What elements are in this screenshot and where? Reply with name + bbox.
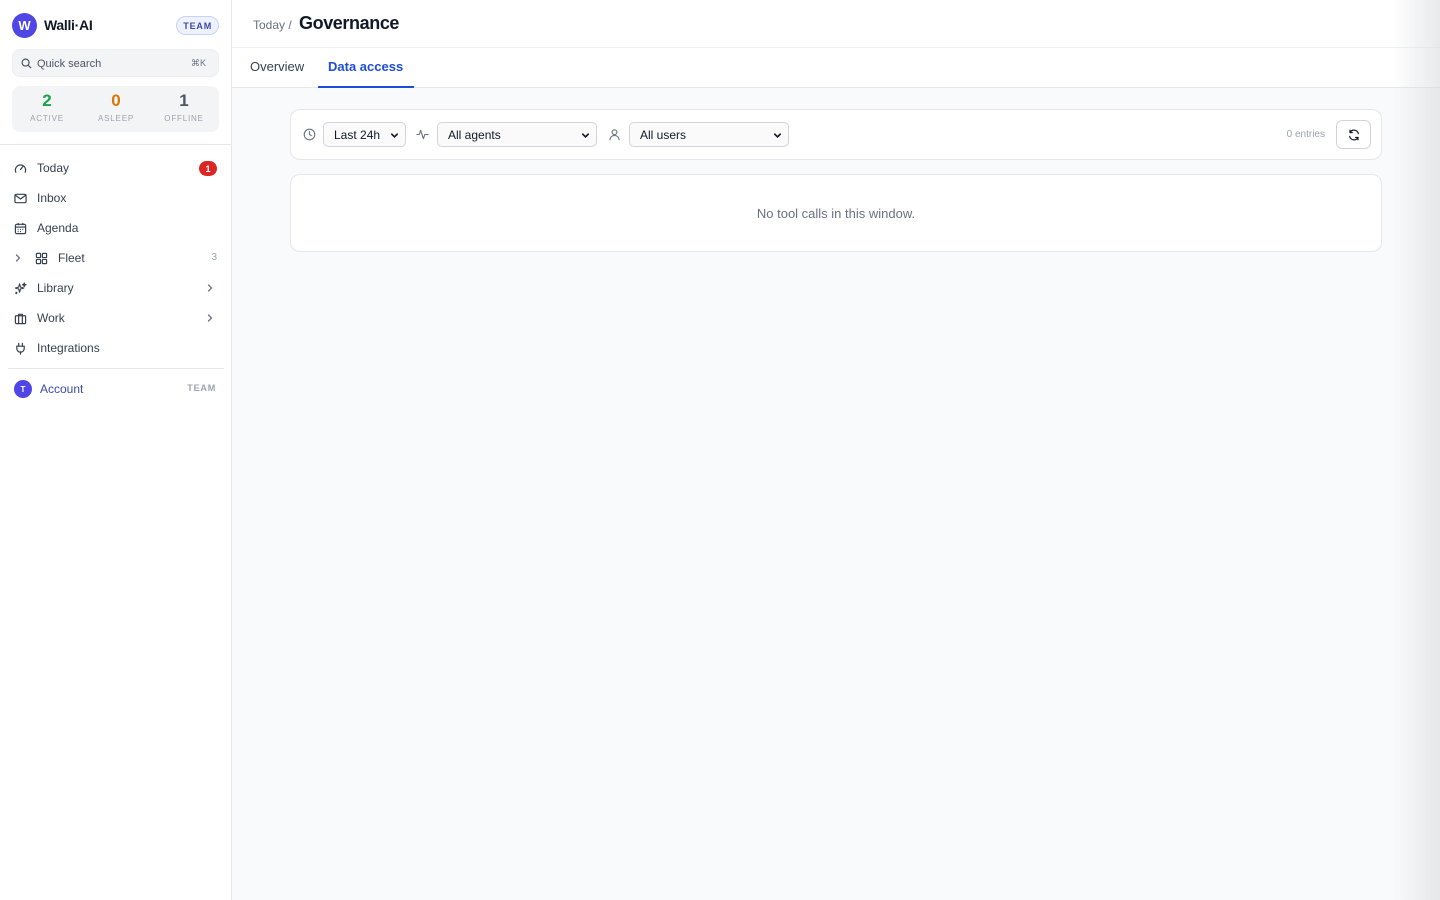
refresh-button[interactable] — [1336, 120, 1371, 149]
chevron-down-icon — [773, 133, 782, 138]
account-plan: TEAM — [187, 383, 216, 393]
sidebar-item-work[interactable]: Work — [6, 304, 226, 332]
chevron-right-icon — [207, 284, 213, 292]
quick-search[interactable]: Quick search ⌘K — [12, 49, 219, 77]
chevron-right-icon[interactable] — [13, 253, 23, 263]
brand-name: Walli·AI — [44, 17, 93, 33]
sidebar-item-label: Fleet — [58, 251, 85, 265]
brand[interactable]: W Walli·AI TEAM — [12, 13, 219, 38]
sidebar-item-library[interactable]: Library — [6, 274, 226, 302]
grid-icon — [35, 252, 48, 265]
entries-count: 0 entries — [1286, 129, 1325, 140]
empty-state-card: No tool calls in this window. — [290, 174, 1382, 252]
sidebar-item-label: Agenda — [37, 221, 79, 235]
page-title: Governance — [299, 13, 400, 33]
stat-offline-label: OFFLINE — [164, 114, 204, 123]
account-label: Account — [40, 382, 84, 396]
plug-icon — [16, 342, 25, 355]
users-value: All users — [640, 128, 687, 142]
stat-asleep-label: ASLEEP — [98, 114, 134, 123]
content-area: Last 24h All agents All users 0 entries … — [232, 88, 1440, 900]
agents-select[interactable]: All agents — [437, 122, 597, 147]
sidebar-item-label: Integrations — [37, 341, 100, 355]
stat-offline[interactable]: 1 OFFLINE — [149, 91, 219, 124]
sidebar-item-label: Library — [37, 281, 74, 295]
breadcrumb[interactable]: Today / — [253, 18, 292, 32]
stat-active[interactable]: 2 ACTIVE — [12, 91, 82, 124]
sidebar: W Walli·AI TEAM Quick search ⌘K 2 ACTIVE… — [0, 0, 232, 900]
empty-state-message: No tool calls in this window. — [756, 206, 916, 221]
search-shortcut: ⌘K — [190, 58, 206, 68]
time-range-select[interactable]: Last 24h — [323, 122, 406, 147]
chevron-down-icon — [390, 133, 399, 138]
sidebar-item-label: Work — [37, 311, 65, 325]
mail-icon — [14, 193, 27, 204]
sidebar-item-agenda[interactable]: Agenda — [6, 214, 226, 242]
sidebar-item-inbox[interactable]: Inbox — [6, 184, 226, 212]
activity-icon — [416, 129, 429, 140]
sparkles-icon — [14, 282, 27, 295]
refresh-icon — [1349, 129, 1359, 141]
tab-data-access[interactable]: Data access — [318, 48, 414, 88]
avatar: T — [14, 380, 32, 398]
brand-logo: W — [12, 13, 37, 38]
search-placeholder: Quick search — [37, 58, 102, 70]
stat-active-value: 2 — [42, 91, 52, 110]
notification-badge: 1 — [199, 161, 217, 176]
search-icon — [21, 58, 32, 69]
gauge-icon — [14, 164, 27, 173]
fleet-count: 3 — [211, 252, 217, 263]
main-panel: Today / Governance Overview Data access … — [232, 0, 1440, 900]
user-icon — [609, 129, 620, 141]
tab-overview[interactable]: Overview — [242, 48, 330, 88]
filter-bar: Last 24h All agents All users 0 entries — [290, 109, 1382, 160]
tab-label: Data access — [328, 59, 404, 74]
chevron-right-icon — [207, 314, 213, 322]
stat-active-label: ACTIVE — [30, 114, 64, 123]
tab-label: Overview — [250, 59, 305, 74]
agent-status-summary: 2 ACTIVE 0 ASLEEP 1 OFFLINE — [12, 86, 219, 132]
stat-offline-value: 1 — [179, 91, 189, 110]
clock-icon — [303, 128, 316, 141]
sidebar-item-label: Today — [37, 161, 70, 175]
tab-bar: Overview Data access — [232, 48, 1440, 88]
sidebar-divider — [0, 144, 231, 145]
plan-badge: TEAM — [176, 16, 219, 35]
stat-asleep-value: 0 — [111, 91, 121, 110]
time-range-value: Last 24h — [334, 128, 381, 142]
chevron-down-icon — [581, 133, 590, 138]
sidebar-item-integrations[interactable]: Integrations — [6, 334, 226, 362]
page-header: Today / Governance — [232, 0, 1440, 48]
sidebar-divider — [8, 368, 224, 369]
sidebar-item-today[interactable]: Today 1 — [6, 154, 226, 182]
stat-asleep[interactable]: 0 ASLEEP — [81, 91, 151, 124]
calendar-icon — [14, 222, 27, 235]
agents-value: All agents — [448, 128, 501, 142]
sidebar-item-label: Inbox — [37, 191, 67, 205]
users-select[interactable]: All users — [629, 122, 789, 147]
briefcase-icon — [14, 313, 27, 325]
sidebar-item-fleet[interactable]: Fleet 3 — [6, 244, 226, 272]
